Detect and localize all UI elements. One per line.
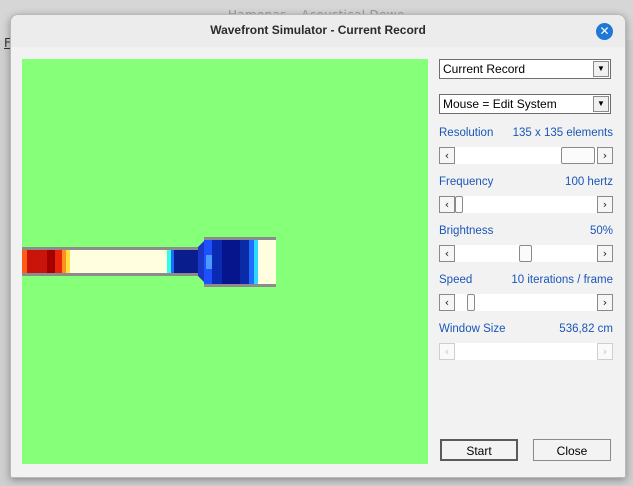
- resolution-slider-thumb[interactable]: [561, 147, 595, 164]
- chevron-down-icon[interactable]: ▼: [593, 61, 609, 77]
- scroll-right-icon: ›: [597, 343, 613, 360]
- close-icon[interactable]: ✕: [596, 23, 613, 40]
- resolution-value: 135 x 135 elements: [512, 127, 613, 139]
- start-button[interactable]: Start: [440, 439, 518, 461]
- window-size-value: 536,82 cm: [559, 323, 613, 335]
- resolution-slider[interactable]: ‹ ›: [439, 147, 613, 164]
- frequency-label: Frequency: [439, 176, 494, 188]
- speed-label: Speed: [439, 274, 473, 286]
- scroll-right-icon[interactable]: ›: [597, 196, 613, 213]
- speed-slider-thumb[interactable]: [467, 294, 475, 311]
- scroll-right-icon[interactable]: ›: [597, 294, 613, 311]
- mouse-mode-select-value: Mouse = Edit System: [443, 97, 557, 111]
- speed-value: 10 iterations / frame: [511, 274, 613, 286]
- mouse-mode-select[interactable]: Mouse = Edit System ▼: [439, 94, 611, 114]
- record-select-value: Current Record: [443, 62, 526, 76]
- close-button[interactable]: Close: [533, 439, 611, 461]
- window-size-slider: ‹ ›: [439, 343, 613, 360]
- brightness-slider-thumb[interactable]: [519, 245, 532, 262]
- wavefront-dialog: Wavefront Simulator - Current Record ✕ C…: [10, 14, 626, 478]
- frequency-slider-thumb[interactable]: [455, 196, 463, 213]
- scroll-right-icon[interactable]: ›: [597, 147, 613, 164]
- scroll-left-icon: ‹: [439, 343, 455, 360]
- chevron-down-icon[interactable]: ▼: [593, 96, 609, 112]
- record-select[interactable]: Current Record ▼: [439, 59, 611, 79]
- brightness-value: 50%: [589, 225, 613, 237]
- brightness-slider[interactable]: ‹ ›: [439, 245, 613, 262]
- dialog-titlebar: Wavefront Simulator - Current Record ✕: [11, 15, 625, 47]
- resolution-label: Resolution: [439, 127, 494, 139]
- scroll-left-icon[interactable]: ‹: [439, 294, 455, 311]
- frequency-value: 100 hertz: [565, 176, 613, 188]
- frequency-slider[interactable]: ‹ ›: [439, 196, 613, 213]
- simulation-canvas[interactable]: [22, 59, 428, 464]
- brightness-label: Brightness: [439, 225, 494, 237]
- scroll-left-icon[interactable]: ‹: [439, 245, 455, 262]
- speed-slider[interactable]: ‹ ›: [439, 294, 613, 311]
- scroll-left-icon[interactable]: ‹: [439, 147, 455, 164]
- scroll-left-icon[interactable]: ‹: [439, 196, 455, 213]
- dialog-title: Wavefront Simulator - Current Record: [210, 23, 426, 37]
- scroll-right-icon[interactable]: ›: [597, 245, 613, 262]
